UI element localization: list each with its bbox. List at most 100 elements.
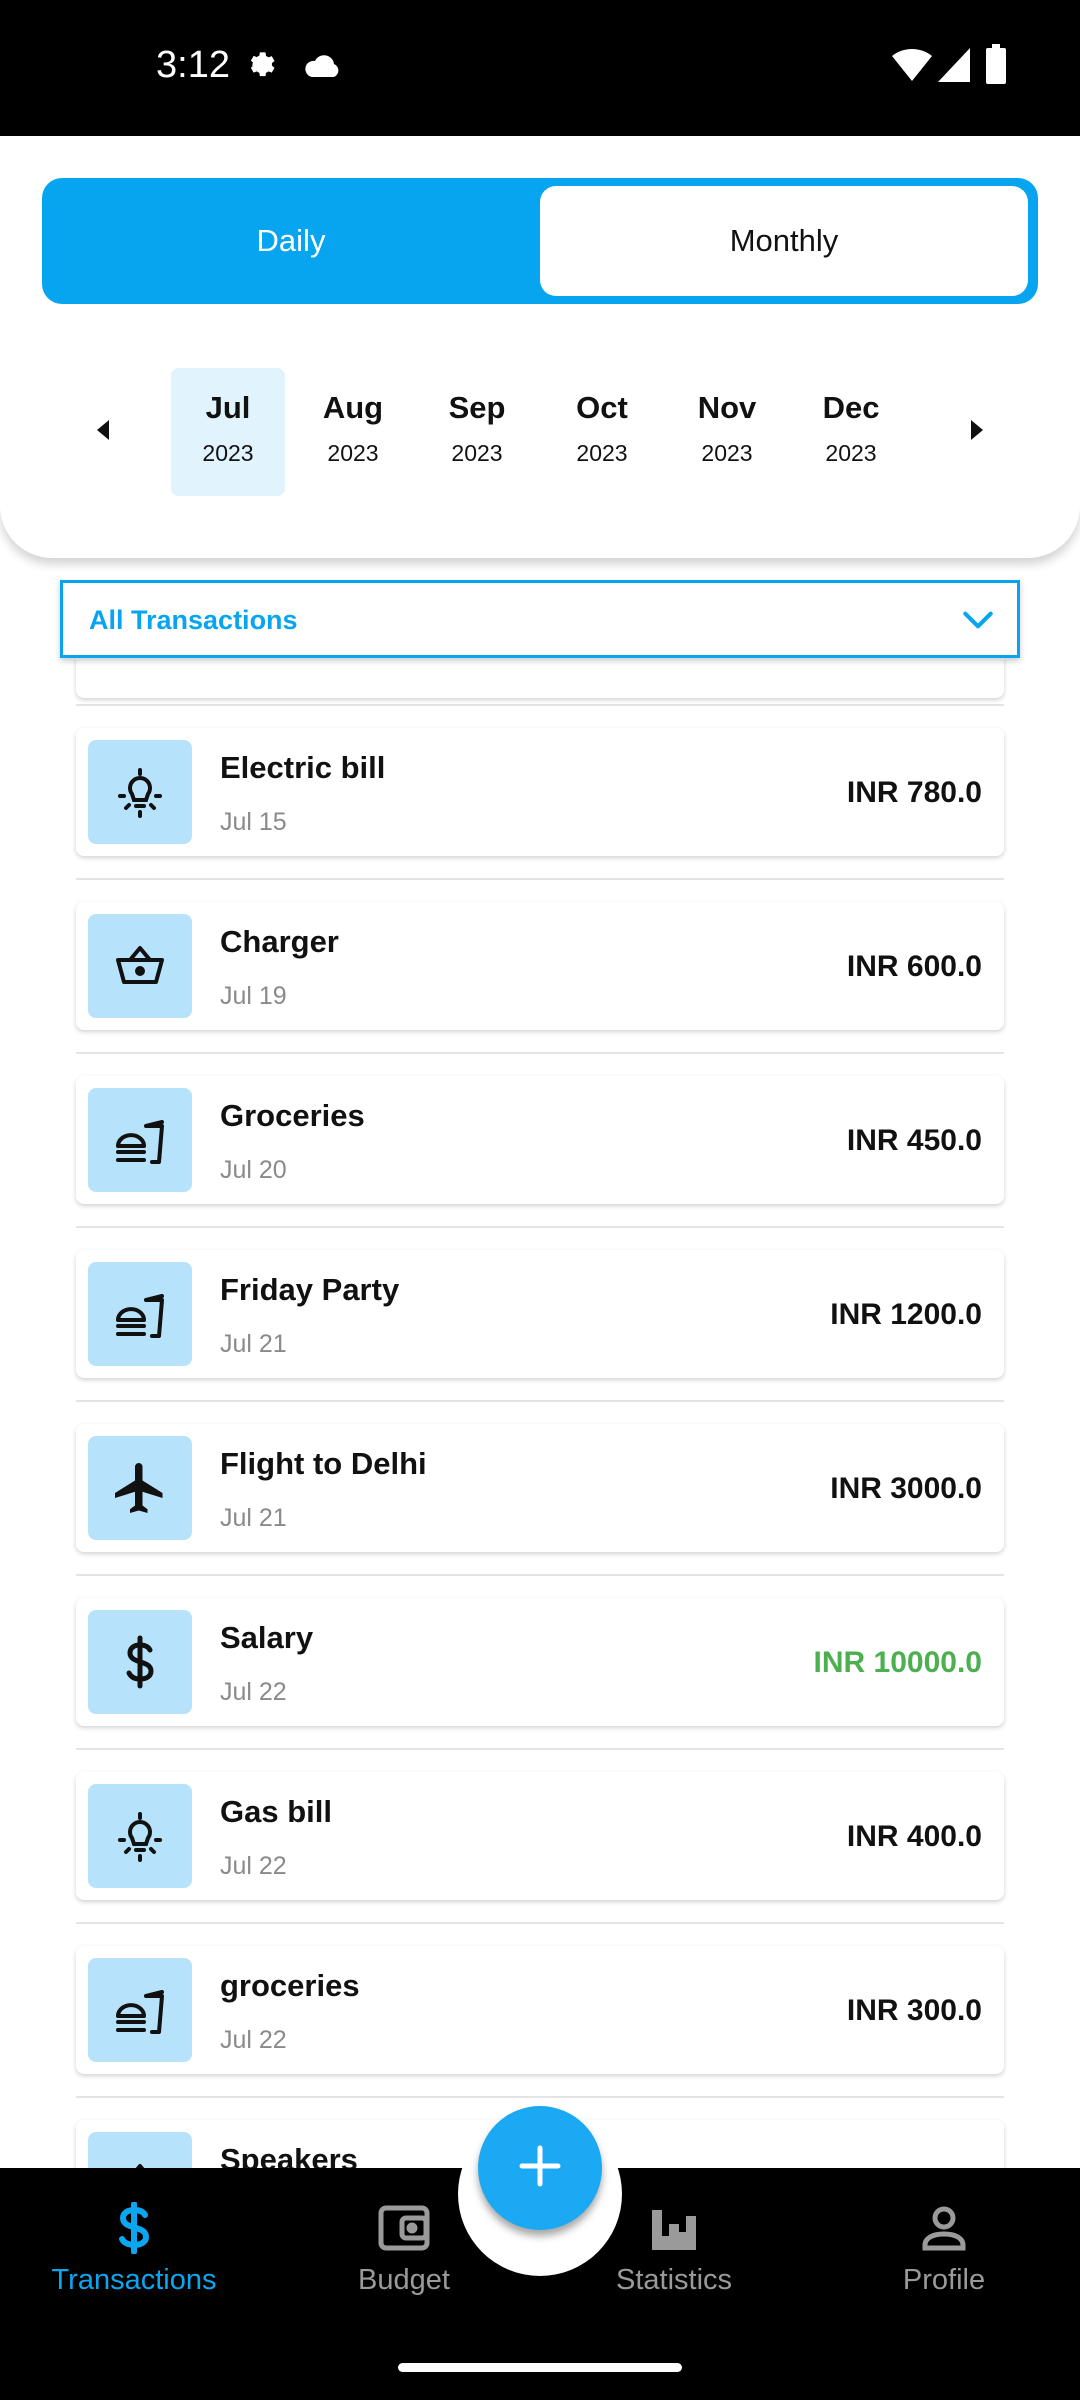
plus-icon xyxy=(518,2144,562,2193)
bar-chart-icon xyxy=(554,2200,794,2256)
year-label: 2023 xyxy=(202,440,254,466)
transaction-date: Jul 20 xyxy=(220,1156,287,1184)
nav-budget[interactable]: Budget xyxy=(284,2200,524,2320)
home-indicator[interactable] xyxy=(398,2363,682,2372)
transaction-list[interactable]: Electric bill Jul 15 INR 780.0 Charger J… xyxy=(0,660,1080,2168)
transaction-card[interactable]: Gas bill Jul 22 INR 400.0 xyxy=(76,1772,1004,1900)
transaction-title: Groceries xyxy=(220,1098,365,1133)
view-toggle: Daily Monthly xyxy=(42,178,1038,304)
prev-month-arrow-icon[interactable] xyxy=(82,408,126,452)
transaction-date: Jul 15 xyxy=(220,808,287,836)
transaction-amount: INR 1200.0 xyxy=(830,1298,982,1331)
transaction-amount: INR 400.0 xyxy=(846,1820,982,1853)
divider xyxy=(76,1748,1004,1750)
month-label: Aug xyxy=(322,390,384,425)
transaction-title: Charger xyxy=(220,924,339,959)
nav-profile[interactable]: Profile xyxy=(824,2200,1064,2320)
month-label: Jul xyxy=(205,390,251,425)
transaction-card[interactable]: Flight to Delhi Jul 21 INR 3000.0 xyxy=(76,1424,1004,1552)
transaction-filter-dropdown[interactable]: All Transactions xyxy=(60,580,1020,658)
settings-gear-icon xyxy=(244,46,282,89)
month-item-nov[interactable]: Nov 2023 xyxy=(670,368,784,496)
month-label: Oct xyxy=(576,390,628,425)
divider xyxy=(76,878,1004,880)
fastfood-icon xyxy=(88,1262,192,1366)
month-label: Nov xyxy=(697,390,757,425)
basket-icon xyxy=(88,2132,192,2168)
fastfood-icon xyxy=(88,1088,192,1192)
airplane-icon xyxy=(88,1436,192,1540)
transaction-card[interactable]: Charger Jul 19 INR 600.0 xyxy=(76,902,1004,1030)
daily-tab[interactable]: Daily xyxy=(42,178,540,304)
header-card: Daily Monthly Jul 2023 Aug 2023 Sep 2023… xyxy=(0,136,1080,558)
fastfood-icon xyxy=(88,1958,192,2062)
transaction-date: Jul 19 xyxy=(220,982,287,1010)
month-item-sep[interactable]: Sep 2023 xyxy=(420,368,534,496)
transaction-amount: INR 300.0 xyxy=(846,1994,982,2027)
divider xyxy=(76,1922,1004,1924)
transaction-title: Friday Party xyxy=(220,1272,400,1307)
transaction-date: Jul 22 xyxy=(220,1678,287,1706)
transaction-title: Gas bill xyxy=(220,1794,332,1829)
divider xyxy=(76,1052,1004,1054)
transaction-title: Speakers xyxy=(220,2142,358,2168)
divider xyxy=(76,1400,1004,1402)
transaction-title: Salary xyxy=(220,1620,314,1655)
transaction-date: Jul 21 xyxy=(220,1330,287,1358)
transaction-amount: INR 600.0 xyxy=(846,950,982,983)
chevron-down-icon xyxy=(959,601,997,644)
battery-icon xyxy=(986,44,1006,89)
transaction-amount: INR 3000.0 xyxy=(830,1472,982,1505)
wallet-icon xyxy=(284,2200,524,2256)
year-label: 2023 xyxy=(451,440,503,466)
wifi-icon xyxy=(892,48,932,87)
filter-value: All Transactions xyxy=(89,605,298,635)
nav-label: Profile xyxy=(902,2264,986,2296)
month-item-aug[interactable]: Aug 2023 xyxy=(296,368,410,496)
transaction-card[interactable]: Electric bill Jul 15 INR 780.0 xyxy=(76,728,1004,856)
status-time: 3:12 xyxy=(156,44,230,86)
month-item-dec[interactable]: Dec 2023 xyxy=(794,368,908,496)
transaction-date: Jul 22 xyxy=(220,2026,287,2054)
divider xyxy=(76,1226,1004,1228)
transaction-card[interactable]: Friday Party Jul 21 INR 1200.0 xyxy=(76,1250,1004,1378)
bulb-icon xyxy=(88,740,192,844)
month-item-oct[interactable]: Oct 2023 xyxy=(545,368,659,496)
transaction-title: groceries xyxy=(220,1968,360,2003)
transaction-title: Flight to Delhi xyxy=(220,1446,427,1481)
divider xyxy=(76,2096,1004,2098)
transaction-title: Electric bill xyxy=(220,750,386,785)
bulb-icon xyxy=(88,1784,192,1888)
transaction-card[interactable]: Groceries Jul 20 INR 450.0 xyxy=(76,1076,1004,1204)
divider xyxy=(76,704,1004,706)
dollar-icon xyxy=(14,2200,254,2256)
month-label: Sep xyxy=(448,390,506,425)
nav-label: Statistics xyxy=(615,2264,733,2296)
transaction-amount: INR 780.0 xyxy=(846,776,982,809)
month-selector: Jul 2023 Aug 2023 Sep 2023 Oct 2023 Nov … xyxy=(0,366,1080,496)
next-month-arrow-icon[interactable] xyxy=(954,408,998,452)
person-icon xyxy=(824,2200,1064,2256)
year-label: 2023 xyxy=(327,440,379,466)
transaction-card[interactable]: Salary Jul 22 INR 10000.0 xyxy=(76,1598,1004,1726)
divider xyxy=(76,1574,1004,1576)
dollar-icon xyxy=(88,1610,192,1714)
basket-icon xyxy=(88,914,192,1018)
transaction-amount: INR 10000.0 xyxy=(813,1646,982,1679)
year-label: 2023 xyxy=(701,440,753,466)
nav-transactions[interactable]: Transactions xyxy=(14,2200,254,2320)
transaction-date: Jul 21 xyxy=(220,1504,287,1532)
transaction-card-partial[interactable] xyxy=(76,660,1004,698)
year-label: 2023 xyxy=(825,440,877,466)
cell-signal-icon xyxy=(938,48,970,87)
cloud-icon xyxy=(302,52,342,85)
year-label: 2023 xyxy=(576,440,628,466)
month-label: Dec xyxy=(822,390,880,425)
transaction-amount: INR 450.0 xyxy=(846,1124,982,1157)
nav-label: Transactions xyxy=(51,2264,217,2296)
transaction-card[interactable]: groceries Jul 22 INR 300.0 xyxy=(76,1946,1004,2074)
monthly-tab[interactable]: Monthly xyxy=(540,186,1028,296)
transaction-date: Jul 22 xyxy=(220,1852,287,1880)
nav-statistics[interactable]: Statistics xyxy=(554,2200,794,2320)
month-item-jul[interactable]: Jul 2023 xyxy=(171,368,285,496)
